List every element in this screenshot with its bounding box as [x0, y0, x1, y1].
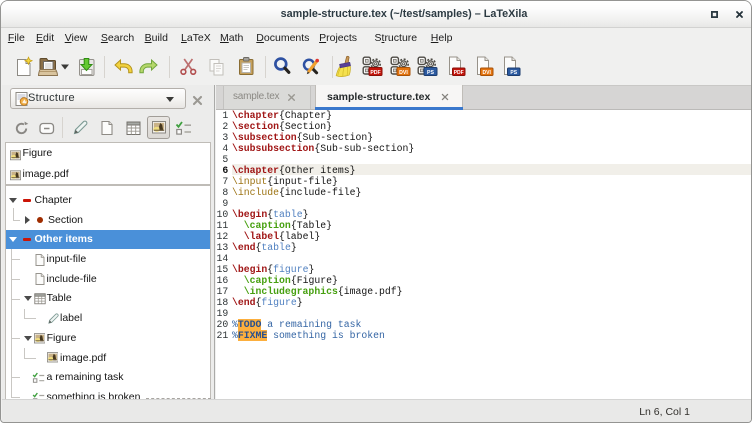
- svg-text:PS: PS: [427, 70, 434, 76]
- svg-text:PDF: PDF: [454, 70, 464, 76]
- svg-text:PS: PS: [510, 70, 517, 76]
- svg-text:DVI: DVI: [399, 70, 408, 76]
- svg-text:DVI: DVI: [482, 70, 491, 76]
- svg-text:PDF: PDF: [370, 70, 380, 76]
